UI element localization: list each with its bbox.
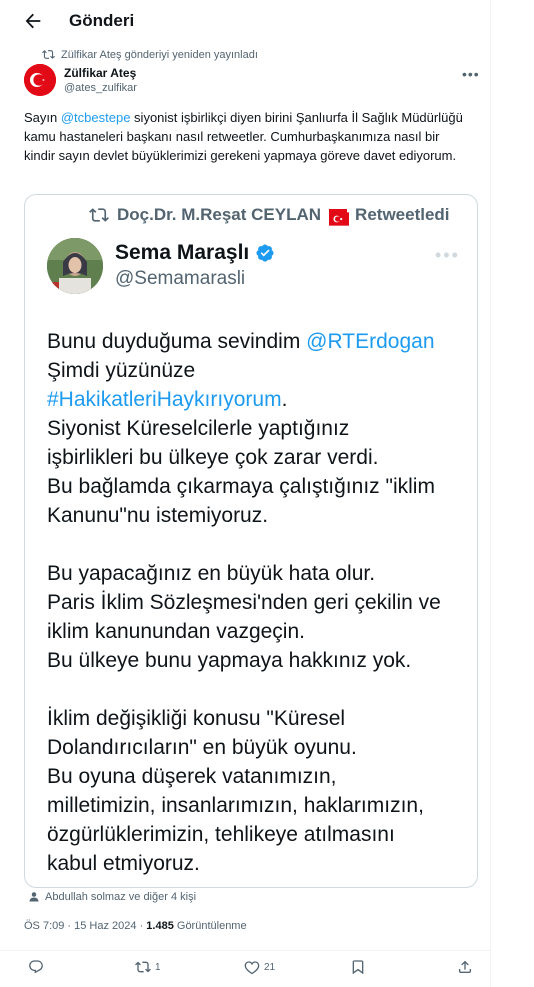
author-handle[interactable]: @ates_zulfikar [64,82,137,94]
card-line: Bunu duyduğuma sevindim @RTErdogan [47,327,467,356]
post-meta: ÖS 7:09 · 15 Haz 2024 · 1.485 Görüntülen… [24,920,247,932]
card-line: Bu bağlamda çıkarmaya çalıştığınız "ikli… [47,475,435,498]
post-text-pre: Sayın [24,110,61,125]
card-line: Siyonist Küreselcilerle yaptığınız [47,417,350,440]
repost-icon [135,961,151,973]
bookmark-icon [352,960,364,975]
heart-icon [244,961,260,975]
repost-indicator: Zülfikar Ateş gönderiyi yeniden yayınlad… [42,48,258,61]
retweet-icon [89,208,109,222]
card-mention: @RTErdogan [306,330,435,353]
card-author-name: Sema Maraşlı [115,241,275,265]
card-name-text: Sema Maraşlı [115,241,250,264]
main-column: Gönderi Zülfikar Ateş gönderiyi yeniden … [0,0,491,987]
action-bar: 1 21 [0,950,490,985]
repost-button[interactable]: 1 [135,959,161,975]
reply-icon [29,960,43,974]
card-line: iklim kanunundan vazgeçin. [47,620,305,643]
turkish-flag-icon [329,209,350,226]
view-count: 1.485 [146,920,174,932]
card-line: Bu ülkeye bunu yapmaya hakkınız yok. [47,649,412,672]
card-line: özgürlüklerimizin, tehlikeye atılmasını [47,823,395,846]
author-name[interactable]: Zülfikar Ateş [64,66,136,80]
attached-image[interactable]: Doç.Dr. M.Reşat CEYLAN Retweetledi Sema … [24,194,478,888]
card-more-icon: ••• [435,245,460,265]
card-body-text: Bunu duyduğuma sevindim @RTErdogan Şimdi… [47,327,467,878]
card-retweet-line: Doç.Dr. M.Reşat CEYLAN Retweetledi [89,205,450,226]
card-retweeted-by: Doç.Dr. M.Reşat CEYLAN [117,205,322,224]
card-line: İklim değişikliği konusu "Küresel [47,707,346,730]
card-line: milletimizin, insanlarımızın, haklarımız… [47,794,424,817]
card-line: Şimdi yüzünüze [47,359,196,382]
post-text: Sayın @tcbestepe siyonist işbirlikçi diy… [24,108,464,165]
card-retweeted-label: Retweetledi [355,205,450,224]
card-line: Dolandırıcıların" en büyük oyunu. [47,736,357,759]
repost-count: 1 [155,961,161,973]
card-line: #HakikatleriHaykırıyorum. [47,385,467,414]
page-header: Gönderi [0,0,490,44]
card-line: Bu oyuna düşerek vatanımızın, [47,765,337,788]
share-button[interactable] [457,959,473,975]
card-line-text: . [281,388,288,411]
person-icon [29,892,39,902]
card-author-handle: @Semamarasli [115,268,246,289]
liked-by-row[interactable]: Abdullah solmaz ve diğer 4 kişi [28,891,196,903]
liked-by-text: Abdullah solmaz ve diğer 4 kişi [45,891,197,903]
reply-button[interactable] [28,959,44,975]
card-line: Bu yapacağınız en büyük hata olur. [47,562,376,585]
verified-badge-icon [256,244,274,262]
repost-icon [42,50,55,59]
like-count: 21 [264,961,276,973]
repost-text: Zülfikar Ateş gönderiyi yeniden yayınlad… [61,48,258,61]
card-line: kabul etmiyoruz. [47,852,200,875]
view-label: Görüntülenme [173,920,247,932]
share-icon [459,960,471,973]
like-button[interactable]: 21 [244,959,275,975]
card-line: Kanunu"nu istemiyoruz. [47,504,269,527]
back-arrow-icon[interactable] [22,10,44,32]
card-line: Paris İklim Sözleşmesi'nden geri çekilin… [47,591,441,614]
page-title: Gönderi [69,11,135,30]
more-options-icon[interactable]: ••• [462,66,480,82]
bookmark-button[interactable] [350,959,366,975]
mention-link[interactable]: @tcbestepe [61,110,131,125]
card-hashtag: #HakikatleriHaykırıyorum [47,388,282,411]
avatar[interactable] [24,64,56,96]
card-line-text: Bunu duyduğuma sevindim [47,330,307,353]
card-line: işbirlikleri bu ülkeye çok zarar verdi. [47,446,379,469]
post-timestamp[interactable]: ÖS 7:09 · 15 Haz 2024 · [24,920,146,932]
card-avatar [47,238,103,294]
